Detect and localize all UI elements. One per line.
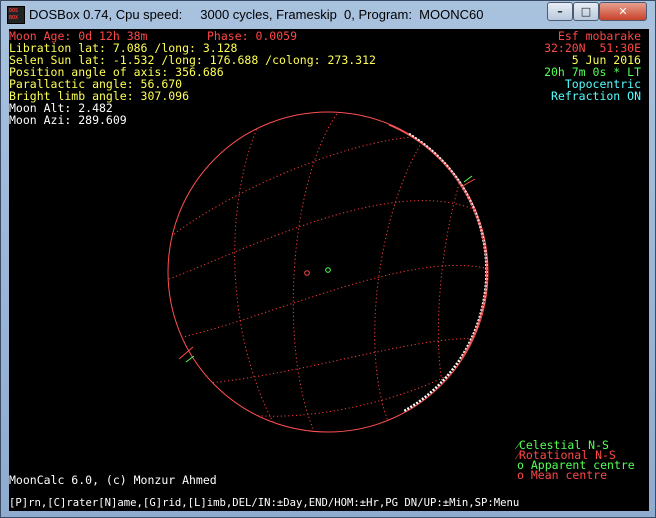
dos-screen[interactable]: Moon Age: 0d 12h 38m Phase: 0.0059 Libra…: [9, 29, 649, 511]
maximize-button[interactable]: □: [573, 2, 599, 21]
terminator-edge: [388, 124, 488, 360]
mean-centre-icon: o: [517, 468, 524, 482]
grid-parallel: [168, 200, 485, 280]
rotational-axis-north: [460, 178, 476, 188]
apparent-centre-marker: [325, 267, 331, 273]
grid-parallel: [173, 135, 450, 235]
grid-meridian: [292, 112, 340, 432]
command-menu-bar[interactable]: [P]rn,[C]rater[N]ame,[G]rid,[L]imb,DEL/I…: [9, 497, 519, 509]
minimize-button[interactable]: –: [547, 2, 573, 21]
grid-meridian: [234, 118, 275, 425]
grid-parallel: [193, 338, 480, 385]
celestial-axis-south: [185, 355, 195, 363]
grid-parallel: [238, 368, 460, 417]
icon-label-bottom: BOX: [9, 15, 19, 21]
minimize-icon: –: [557, 5, 563, 18]
grid-meridian: [374, 138, 425, 425]
rotational-axis-south: [178, 346, 194, 360]
dosbox-icon: DOS BOX: [7, 6, 25, 24]
icon-label-top: DOS: [9, 8, 19, 14]
refraction-status: Refraction ON: [550, 89, 641, 103]
credit-line: MoonCalc 6.0, (c) Monzur Ahmed: [9, 473, 217, 487]
bright-limb-crescent: [403, 132, 488, 413]
grid-parallel: [173, 265, 488, 340]
maximize-icon: □: [580, 5, 592, 18]
legend-mean: o Mean centre: [517, 469, 607, 481]
close-icon: ✕: [618, 5, 628, 18]
mean-centre-marker: [304, 270, 310, 276]
title-bar[interactable]: DOS BOX DOSBox 0.74, Cpu speed: 3000 cyc…: [1, 1, 655, 29]
window-title: DOSBox 0.74, Cpu speed: 3000 cycles, Fra…: [29, 7, 484, 22]
dosbox-window: DOS BOX DOSBox 0.74, Cpu speed: 3000 cyc…: [0, 0, 656, 518]
moon-azimuth: Moon Azi: 289.609: [9, 113, 127, 127]
close-button[interactable]: ✕: [599, 2, 647, 21]
legend-mean-label: Mean centre: [530, 468, 608, 482]
